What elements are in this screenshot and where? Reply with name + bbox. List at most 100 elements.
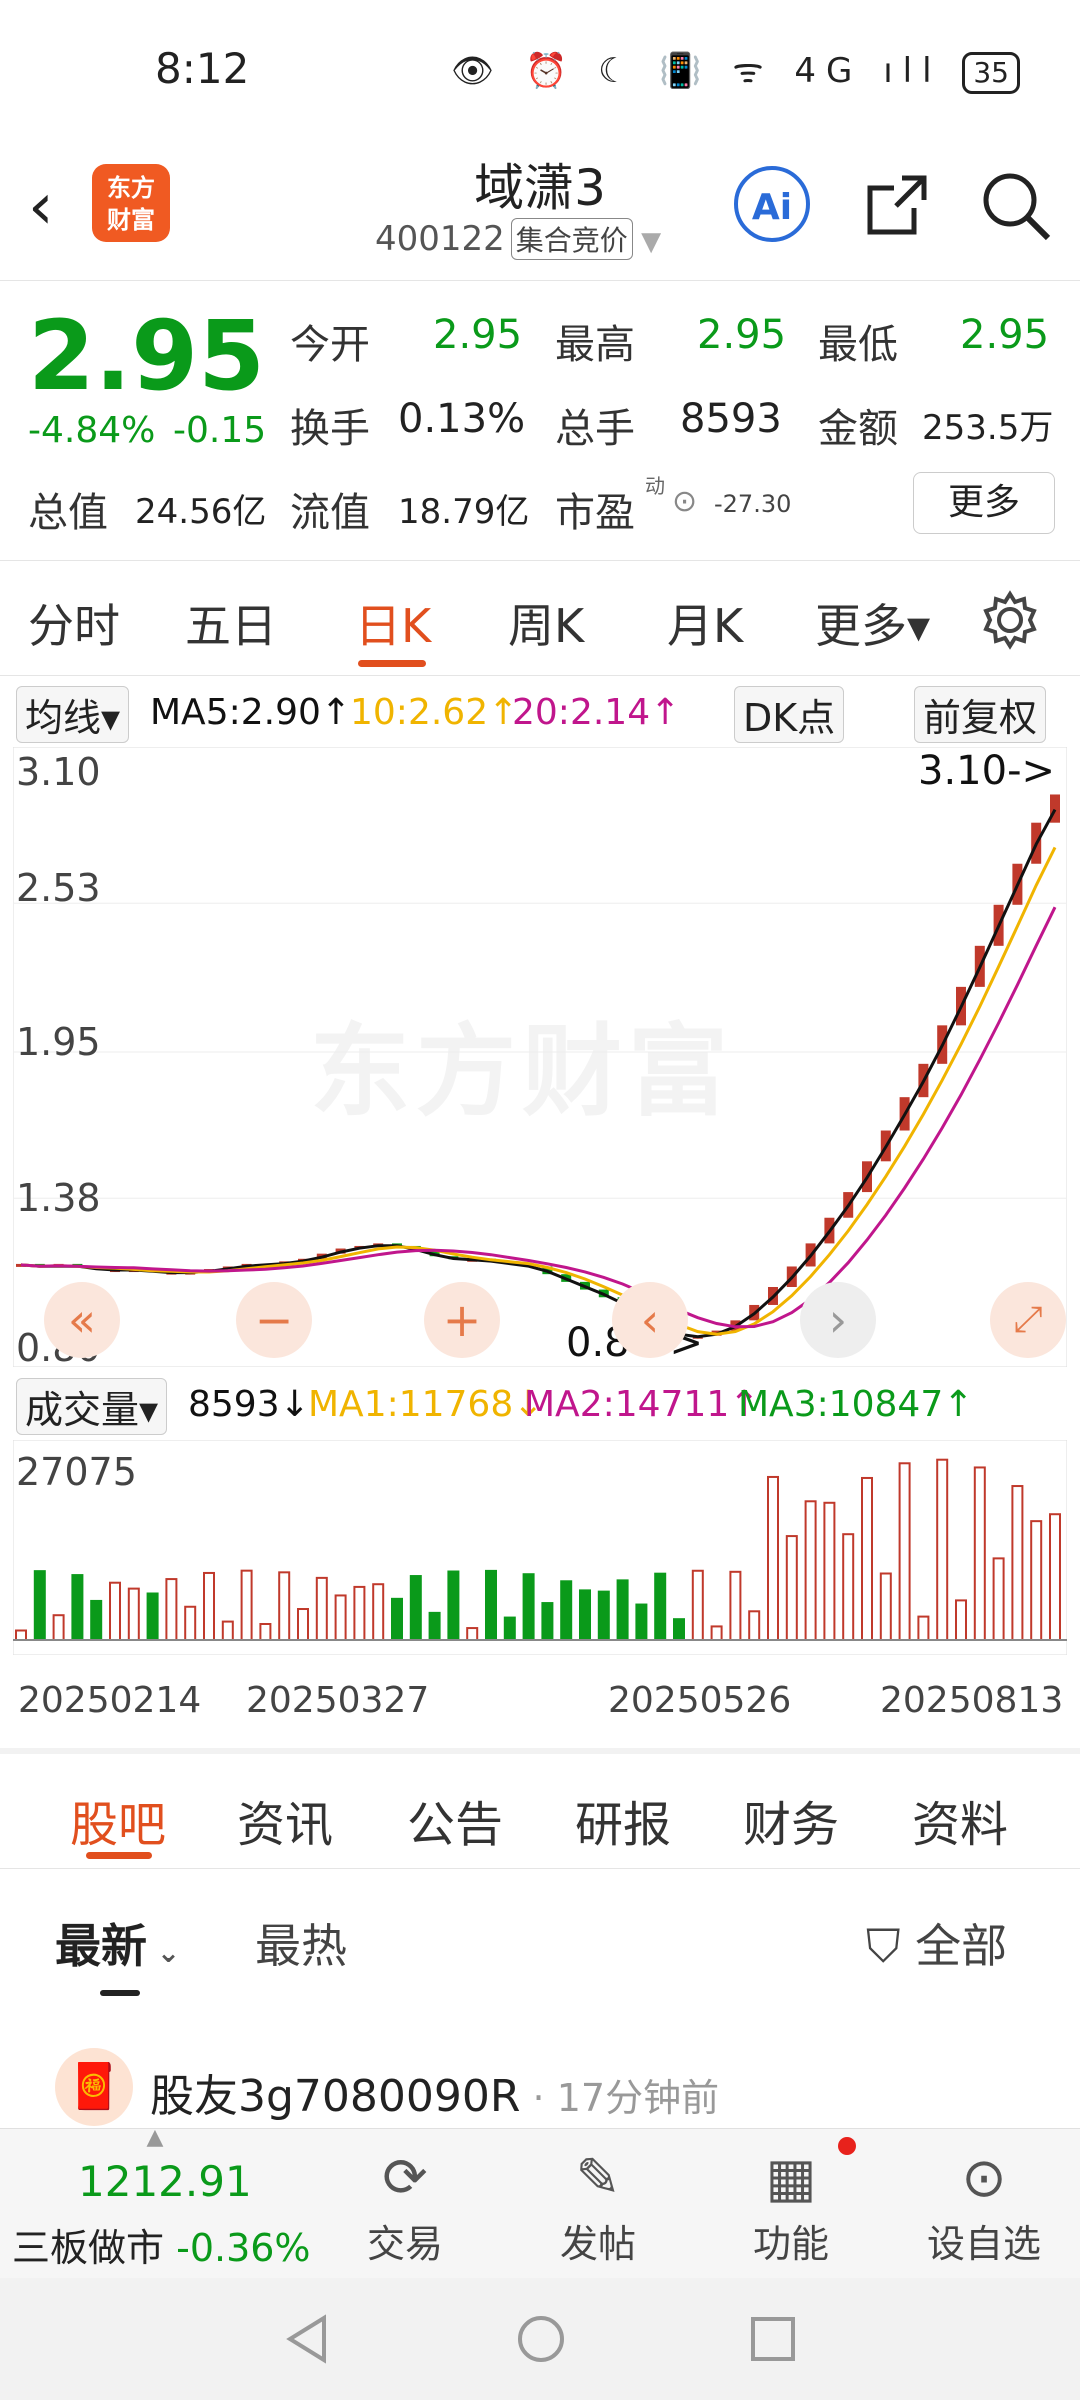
volume-bar [297,1608,309,1642]
volume-bar [109,1581,121,1641]
volume-bar [541,1602,554,1642]
more-dots-icon[interactable]: ⊙ [672,484,697,519]
nav-add-watchlist[interactable]: ⊙ 设自选 [909,2143,1059,2268]
volume-bar [391,1597,403,1641]
tab-profile[interactable]: 资料 [912,1785,1008,1855]
volume-bar [278,1571,291,1641]
volume-chart[interactable] [13,1440,1067,1655]
more-button[interactable]: 更多 [913,472,1055,534]
ma5-line [20,808,1057,1339]
tab-monthly-k[interactable]: 月K [667,590,743,656]
chevron-right-icon[interactable]: › [800,1282,876,1358]
tab-research[interactable]: 研报 [575,1785,671,1855]
adjust-button[interactable]: 前复权 [914,686,1047,743]
index-row[interactable]: 三板做市 -0.36% [12,2217,311,2272]
settings-gear-icon[interactable] [980,590,1040,650]
volume-bar [52,1614,65,1642]
ma20-value: 20:2.14↑ [512,692,681,733]
volume-bar [522,1573,535,1642]
vol-ma3: MA3:10847↑ [738,1384,974,1425]
volume-bar [409,1575,422,1641]
chevron-down-icon: ▼ [632,227,662,257]
scroll-left-icon[interactable]: « [44,1282,120,1358]
turnover-value: 0.13% [398,396,526,442]
total-value-label: 总值 [28,490,108,536]
volume-bar [673,1618,685,1641]
status-time: 8:12 [155,44,250,93]
section-divider [0,1748,1080,1754]
zoom-in-icon[interactable]: + [424,1282,500,1358]
filter-button[interactable]: ⛉ 全部 [866,1910,1007,1976]
divider [0,675,1080,676]
volume-bar [635,1603,648,1642]
zoom-out-icon[interactable]: − [236,1282,312,1358]
volume-bar [240,1569,253,1642]
dk-point-button[interactable]: DK点 [734,686,845,743]
high-annotation: 3.10-> [918,748,1056,794]
tab-finance[interactable]: 财务 [743,1785,839,1855]
nav-post[interactable]: ✎ 发帖 [523,2143,673,2268]
tab-more[interactable]: 更多▾ [815,590,930,656]
volume-bar [184,1605,197,1642]
nav-functions[interactable]: ▦ 功能 [716,2143,866,2268]
volume-bar [691,1569,704,1641]
volume-selector[interactable]: 成交量▾ [16,1378,168,1435]
user-avatar[interactable]: 🧧 [55,2048,133,2126]
ma-selector[interactable]: 均线▾ [16,686,130,743]
sort-latest[interactable]: 最新 ⌄ [55,1910,180,1976]
sort-indicator [100,1990,140,1996]
stock-code-row[interactable]: 400122 集合竞价 ▼ [375,218,661,260]
volume-bar [729,1570,742,1641]
post-time-separator: · [520,2076,557,2120]
y-label: 1.95 [16,1020,101,1064]
date-label: 20250526 [608,1680,792,1721]
y-label-max: 3.10 [16,750,101,794]
tab-news[interactable]: 资讯 [237,1785,333,1855]
volume-bar [353,1585,366,1641]
tab-daily-k[interactable]: 日K [355,590,431,656]
filter-label: 全部 [915,1919,1008,1973]
y-label: 2.53 [16,866,101,910]
bottom-bar: ▲ 1212.91 三板做市 -0.36% ⟳ 交易 ✎ 发帖 ▦ 功能 ⊙ 设自选 [0,2125,1080,2279]
tab-announcements[interactable]: 公告 [407,1785,503,1855]
nav-recents-icon[interactable] [748,2314,798,2364]
chevron-down-icon: ⌄ [147,1936,181,1969]
kline-chart[interactable] [13,747,1067,1367]
ai-assistant-icon[interactable]: Ai [734,166,810,242]
index-value[interactable]: 1212.91 [78,2157,252,2206]
tab-weekly-k[interactable]: 周K [508,590,584,656]
volume-bar [936,1458,949,1642]
volume-bar [372,1583,385,1641]
tab-5day[interactable]: 五日 [185,590,277,656]
edit-icon: ✎ [575,2146,621,2209]
high-label: 最高 [555,322,635,368]
tab-forum[interactable]: 股吧 [70,1785,166,1855]
volume-bar [503,1616,516,1642]
pe-dynamic-tag: 动 [645,474,665,498]
expand-icon[interactable]: ⤢ [990,1282,1066,1358]
chevron-left-icon[interactable]: ‹ [612,1282,688,1358]
y-label: 1.38 [16,1176,101,1220]
nav-trade[interactable]: ⟳ 交易 [330,2143,480,2268]
filter-icon: ⛉ [866,1919,916,1973]
volume-bar [466,1627,479,1642]
tab-intraday[interactable]: 分时 [28,590,120,656]
change-amount: -0.15 [173,410,267,451]
nav-home-icon[interactable] [514,2312,568,2366]
post-author[interactable]: 股友3g7080090R · 17分钟前 [150,2060,719,2124]
volume-bar [165,1578,178,1641]
battery-icon: 35 [962,52,1020,94]
sort-hot[interactable]: 最热 [255,1910,347,1976]
share-icon[interactable] [862,170,932,240]
volume-bar [485,1569,497,1641]
volume-max-label: 27075 [16,1450,137,1494]
trade-icon: ⟳ [382,2146,428,2209]
search-icon[interactable] [978,168,1054,244]
more-circle-icon: ⊙ [961,2146,1007,2209]
volume-bar [221,1620,234,1642]
system-nav-bar [0,2278,1080,2400]
nav-back-icon[interactable] [282,2312,332,2366]
post-author-name: 股友3g7080090R [150,2071,521,2122]
nav-watch-label: 设自选 [926,2222,1041,2266]
total-value: 24.56亿 [135,492,267,532]
